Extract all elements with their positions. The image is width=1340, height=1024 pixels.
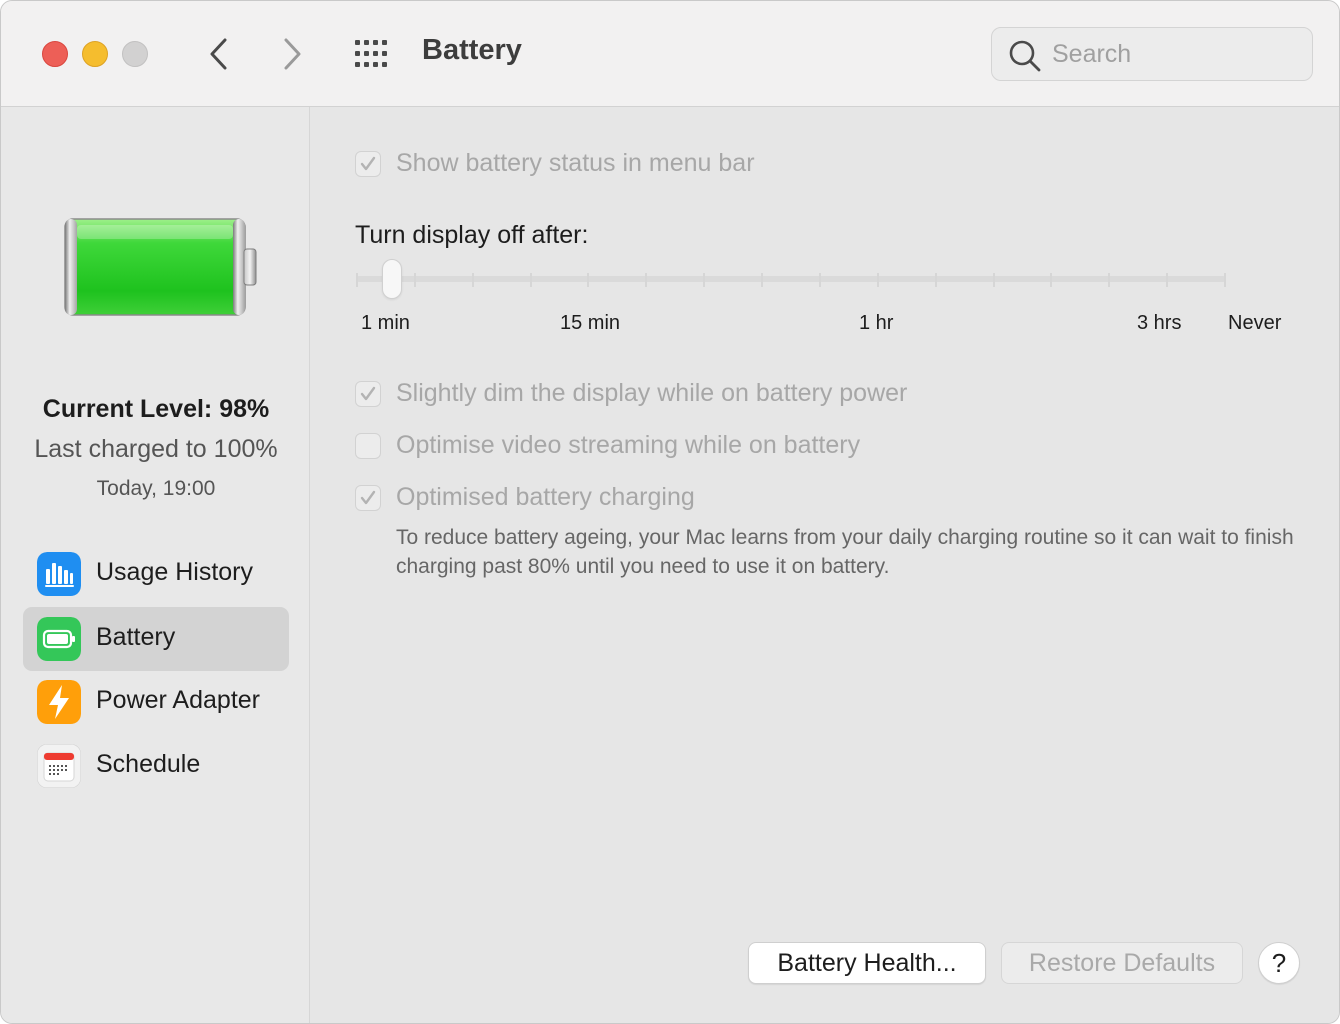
battery-icon: [37, 617, 81, 661]
schedule-icon: [37, 744, 81, 788]
checkbox[interactable]: [355, 381, 381, 407]
slider-thumb[interactable]: [382, 259, 402, 299]
checkbox[interactable]: [355, 485, 381, 511]
sidebar-item-power-adapter[interactable]: Power Adapter: [23, 670, 289, 734]
slider-tick: [1108, 273, 1111, 287]
current-level-text: Current Level: 98%: [42, 395, 270, 423]
minimize-button[interactable]: [82, 41, 108, 67]
last-charged-time: Today, 19:00: [96, 477, 216, 500]
zoom-button[interactable]: [122, 41, 148, 67]
slider-tick: [356, 273, 358, 287]
display-off-slider[interactable]: [356, 276, 1226, 282]
main-panel: Show battery status in menu bar Turn dis…: [310, 107, 1339, 1023]
slider-tick: [645, 273, 648, 287]
slider-tick: [587, 273, 590, 287]
forward-button[interactable]: [277, 35, 307, 73]
slider-tick: [1166, 273, 1169, 287]
help-button[interactable]: ?: [1258, 942, 1300, 984]
slider-label-1min: 1 min: [361, 312, 410, 334]
checkbox[interactable]: [355, 151, 381, 177]
search-input[interactable]: [1052, 38, 1292, 70]
checkmark-icon: [360, 386, 376, 401]
checkmark-icon: [360, 490, 376, 505]
restore-defaults-button[interactable]: Restore Defaults: [1001, 942, 1243, 984]
battery-health-button[interactable]: Battery Health...: [748, 942, 986, 984]
slider-tick: [471, 273, 474, 287]
battery-full-icon: [64, 218, 257, 316]
search-icon: [1009, 40, 1041, 72]
sidebar-item-label: Schedule: [96, 750, 201, 778]
slider-tick: [818, 273, 821, 287]
show-all-button[interactable]: [353, 39, 393, 69]
grid-icon: [355, 40, 387, 67]
slider-tick: [529, 273, 532, 287]
checkbox-label: Optimised battery charging: [396, 483, 695, 511]
usage-history-icon: [37, 552, 81, 596]
sidebar-item-schedule[interactable]: Schedule: [23, 734, 289, 798]
sidebar-item-label: Usage History: [96, 558, 253, 586]
sidebar-item-label: Power Adapter: [96, 686, 260, 714]
checkbox-label: Show battery status in menu bar: [396, 149, 755, 177]
slider-tick: [761, 273, 764, 287]
window-title: Battery: [422, 34, 522, 66]
slider-label-15min: 15 min: [560, 312, 621, 334]
checkbox-label: Optimise video streaming while on batter…: [396, 431, 861, 459]
chevron-left-icon: [210, 38, 227, 70]
sidebar: Current Level: 98% Last charged to 100% …: [1, 107, 310, 1023]
slider-tick: [992, 273, 995, 287]
checkbox-label: Slightly dim the display while on batter…: [396, 379, 908, 407]
search-field[interactable]: [991, 27, 1313, 81]
toolbar: Battery: [1, 1, 1339, 107]
slider-label-1hr: 1 hr: [859, 312, 894, 334]
back-button[interactable]: [204, 35, 234, 73]
close-button[interactable]: [42, 41, 68, 67]
slider-tick: [1050, 273, 1053, 287]
slider-tick: [703, 273, 706, 287]
sidebar-item-battery[interactable]: Battery: [23, 607, 289, 671]
slider-label-never: Never: [1228, 312, 1282, 334]
preferences-window: Battery Search Current Level: 98% Last c…: [0, 0, 1340, 1024]
sidebar-item-usage-history[interactable]: Usage History: [23, 542, 289, 606]
slider-tick: [413, 273, 416, 287]
optimised-charging-description: To reduce battery ageing, your Mac learn…: [396, 526, 1294, 578]
last-charged-text: Last charged to 100%: [34, 435, 278, 463]
slider-label-3hrs: 3 hrs: [1137, 312, 1182, 334]
power-adapter-icon: [37, 680, 81, 724]
display-off-label: Turn display off after:: [355, 221, 589, 249]
chevron-right-icon: [284, 38, 301, 70]
sidebar-item-label: Battery: [96, 623, 176, 651]
slider-tick: [876, 273, 879, 287]
slider-tick: [934, 273, 937, 287]
slider-tick: [1224, 273, 1226, 287]
checkmark-icon: [360, 156, 376, 171]
checkbox[interactable]: [355, 433, 381, 459]
